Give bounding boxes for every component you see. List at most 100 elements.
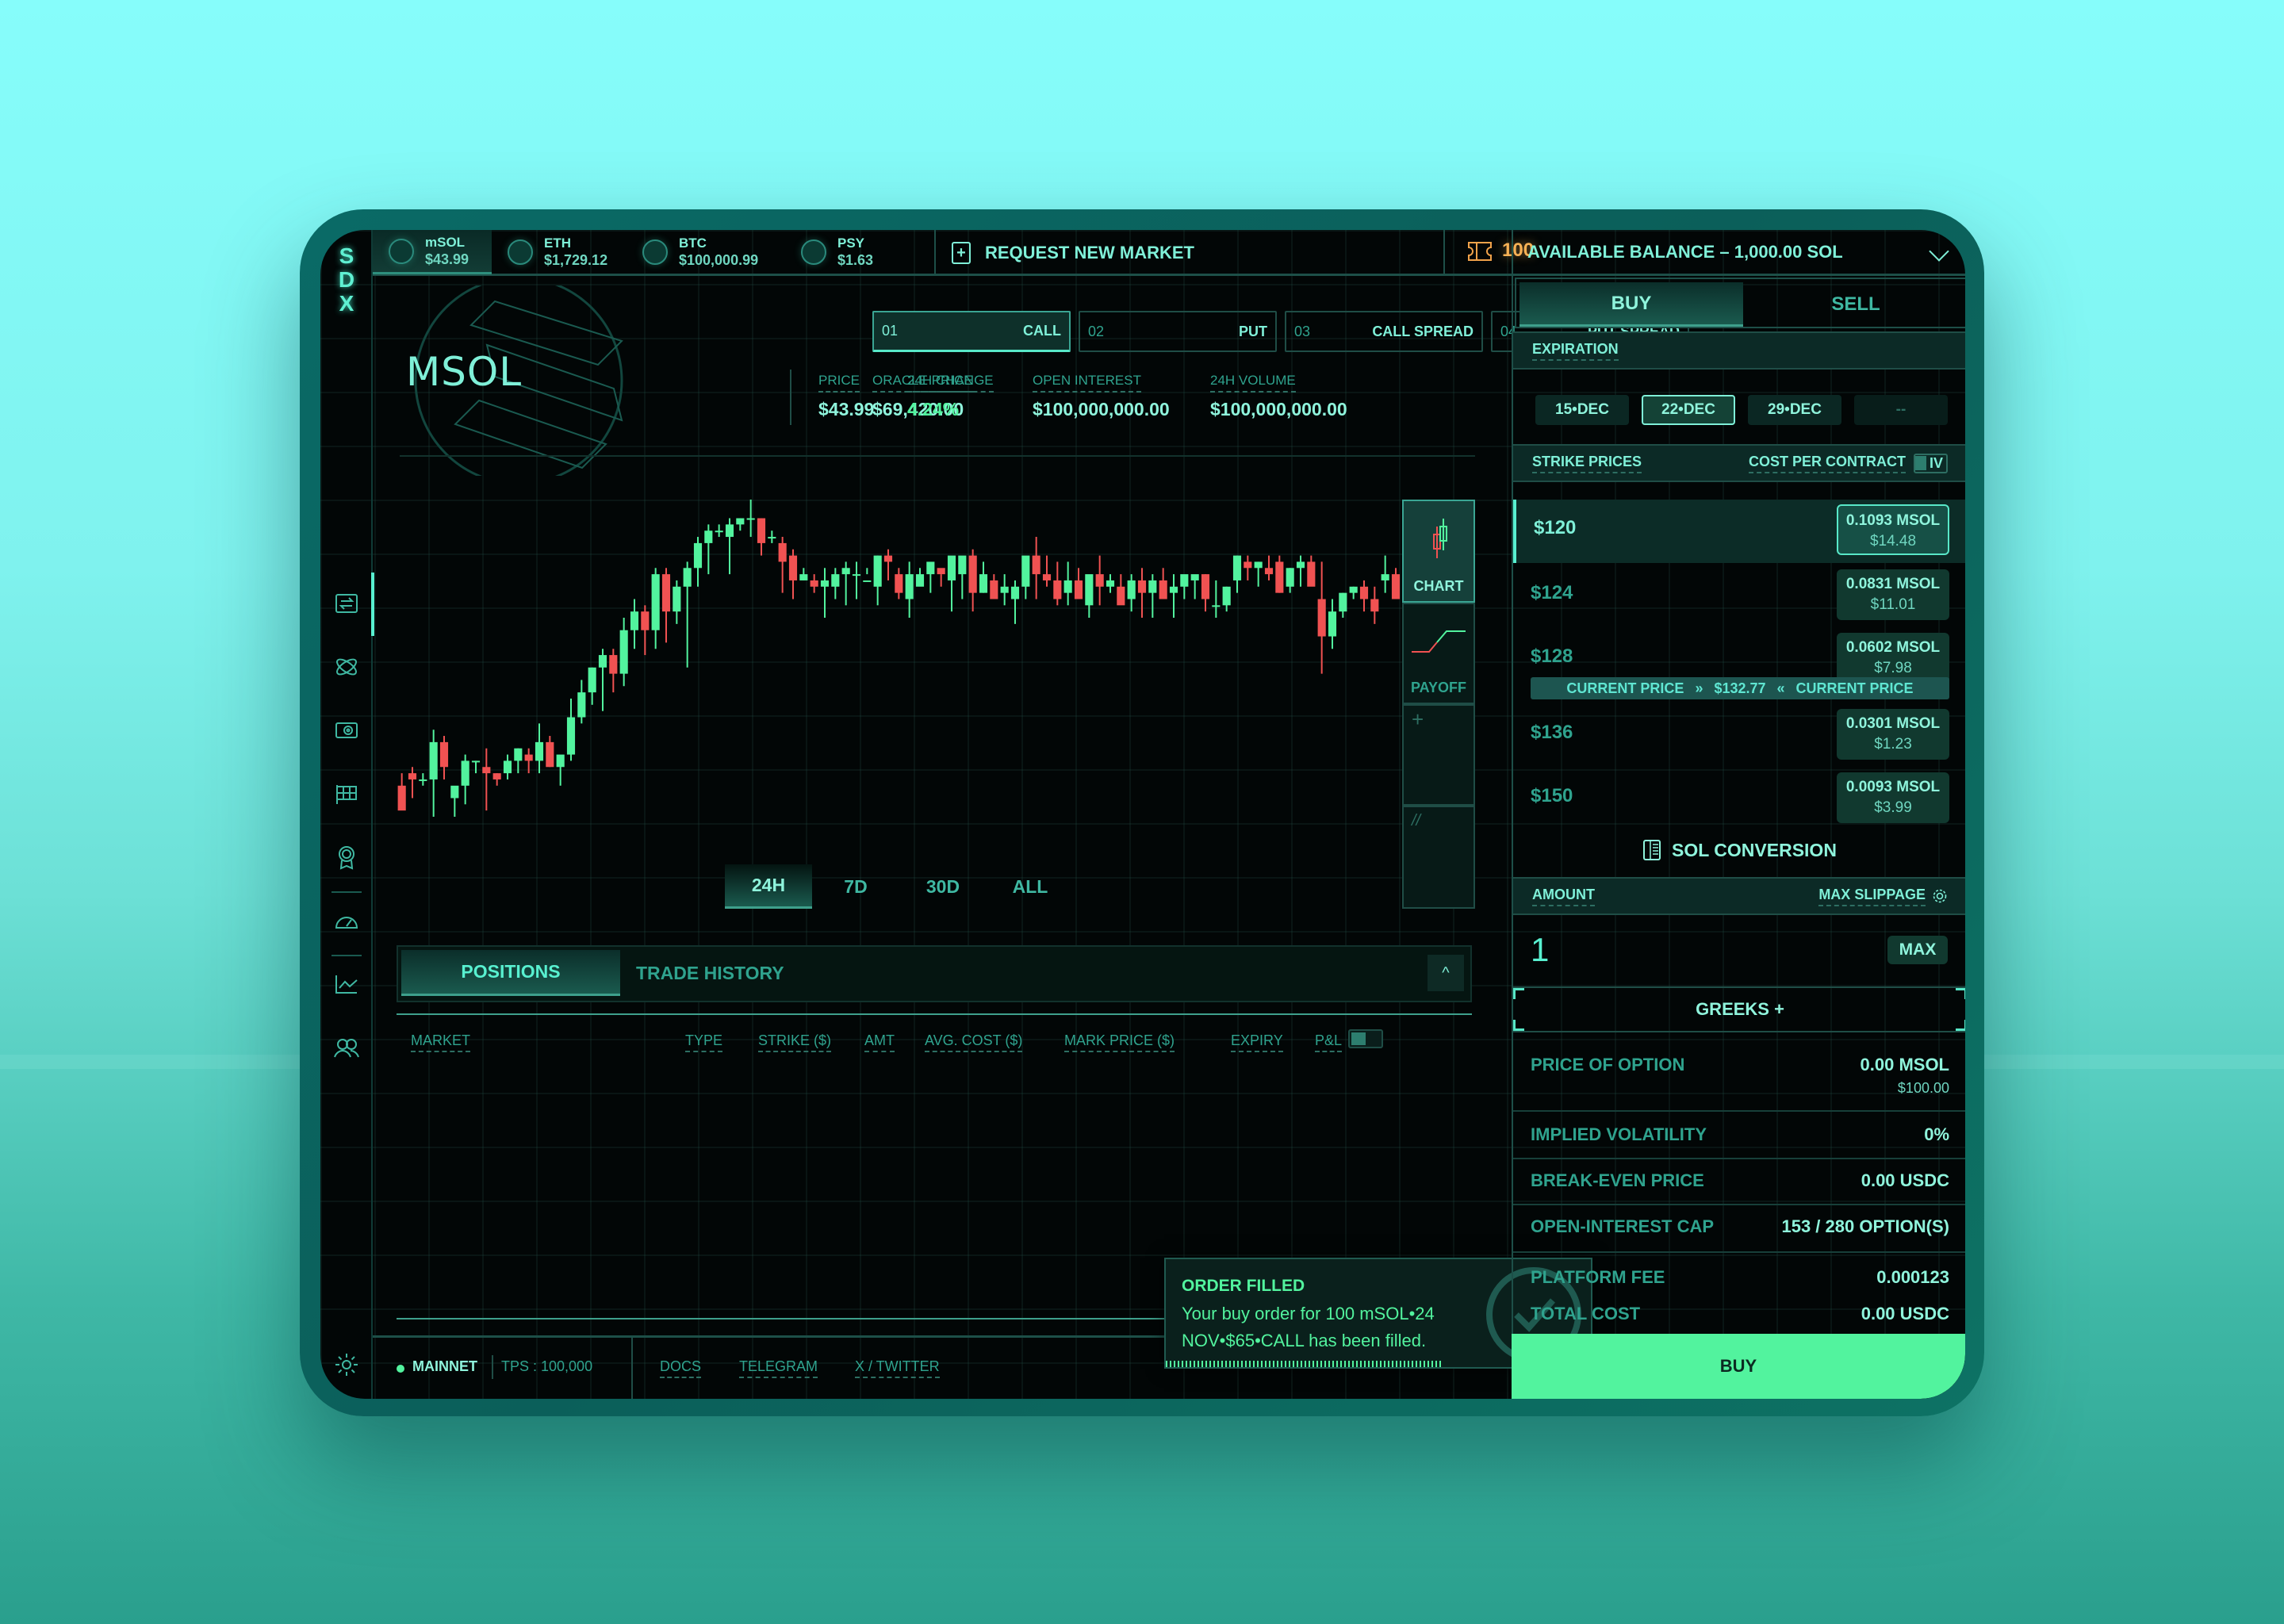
candle [1000,574,1009,606]
users-icon[interactable] [333,1034,360,1061]
column-header-expiry[interactable]: EXPIRY [1231,1032,1283,1052]
ticker-item-msol[interactable]: mSOL $43.99 [373,230,492,274]
expiration-option-empty[interactable]: -- [1854,395,1948,425]
candle-body [1127,580,1136,599]
tab-trade-history[interactable]: TRADE HISTORY [636,950,795,996]
max-button[interactable]: MAX [1887,936,1948,964]
expiration-option[interactable]: 15•DEC [1535,395,1629,425]
option-type-call[interactable]: 01 CALL [872,311,1071,352]
contract-cost[interactable]: 0.0093 MSOL $3.99 [1837,772,1949,823]
column-header-type[interactable]: TYPE [685,1032,723,1052]
column-header-mark-price[interactable]: MARK PRICE ($) [1064,1032,1175,1052]
option-type-put[interactable]: 02 PUT [1079,311,1277,352]
flag-icon[interactable] [333,780,360,807]
candle-body [482,767,491,774]
ticker-item-btc[interactable]: BTC $100,000.99 [627,230,785,274]
ticker-item-psy[interactable]: PSY $1.63 [785,230,936,274]
column-header-pnl[interactable]: P&L [1315,1032,1343,1052]
candle [873,555,882,606]
chevron-up-icon: ^ [1442,963,1450,982]
column-header-avg-cost[interactable]: AVG. COST ($) [925,1032,1023,1052]
iv-toggle-label: IV [1929,454,1943,471]
candle [588,667,596,705]
summary-implied-volatility: IMPLIED VOLATILITY 0% [1513,1124,1965,1145]
request-market-button[interactable]: + REQUEST NEW MARKET [952,230,1194,276]
view-tool-add[interactable]: + [1402,704,1475,806]
option-type-call-spread[interactable]: 03 CALL SPREAD [1285,311,1483,352]
contract-cost[interactable]: 0.0301 MSOL $1.23 [1837,709,1949,760]
summary-value: 0.00 USDC [1861,1304,1949,1323]
ticker-item-eth[interactable]: ETH $1,729.12 [492,230,627,274]
column-header-strike[interactable]: STRIKE ($) [758,1032,832,1052]
contract-cost[interactable]: 0.1093 MSOL $14.48 [1837,504,1949,555]
collapse-panel-button[interactable]: ^ [1428,955,1464,991]
greeks-expand-button[interactable]: GREEKS + [1513,986,1965,1032]
award-icon[interactable] [333,844,360,871]
option-type-number: 03 [1294,323,1311,339]
candle-body [1201,574,1210,599]
tab-positions[interactable]: POSITIONS [401,950,620,996]
vault-icon[interactable] [333,717,360,744]
max-slippage-button[interactable]: MAX SLIPPAGE [1818,887,1948,906]
nav-divider [331,955,362,956]
timeframe-24h[interactable]: 24H [725,864,812,909]
balance-dropdown[interactable]: AVAILABLE BALANCE – 1,000.00 SOL [1512,230,1965,276]
settings-icon[interactable] [333,1351,360,1378]
eth-coin-icon [508,239,533,265]
candle-body [408,773,417,779]
candle-body [1232,555,1242,580]
candle-body [651,574,660,630]
candle [693,537,703,587]
sol-conversion-button[interactable]: SOL CONVERSION [1513,834,1965,866]
candle [450,785,459,817]
option-type-number: 02 [1088,323,1105,339]
timeframe-all[interactable]: ALL [987,864,1074,909]
atom-icon[interactable] [333,653,360,680]
amount-input[interactable]: 1 [1531,931,1549,969]
candle [535,723,544,774]
iv-toggle[interactable]: IV [1913,453,1948,473]
summary-divider [1513,1158,1965,1159]
candle-body [1370,599,1379,612]
line-chart-icon[interactable] [333,971,360,998]
candle-body [1307,561,1316,587]
column-header-amt[interactable]: AMT [864,1032,895,1052]
candle-body [820,580,830,587]
candle-body [1063,580,1072,593]
docs-link[interactable]: DOCS [660,1358,702,1378]
twitter-link[interactable]: X / TWITTER [855,1358,940,1378]
candle-body [746,518,755,520]
tab-sell[interactable]: SELL [1746,282,1965,327]
summary-platform-fee: PLATFORM FEE 0.000123 [1513,1267,1965,1288]
timeframe-30d[interactable]: 30D [899,864,987,909]
view-tool-payoff[interactable]: PAYOFF [1402,603,1475,704]
expiration-option[interactable]: 29•DEC [1748,395,1841,425]
candle [968,549,977,612]
strike-row[interactable]: $150 0.0093 MSOL $3.99 [1513,768,1965,831]
candle-body [1000,586,1009,593]
strike-row[interactable]: $124 0.0831 MSOL $11.01 [1513,565,1965,628]
view-tool-draw[interactable]: // [1402,806,1475,909]
cost-usd: $11.01 [1870,596,1916,613]
gauge-icon[interactable] [333,907,360,934]
candle-body [778,542,787,562]
view-tool-chart[interactable]: CHART [1402,500,1475,603]
contract-cost[interactable]: 0.0831 MSOL $11.01 [1837,569,1949,620]
candlestick-chart[interactable] [389,492,1420,825]
tab-buy[interactable]: BUY [1519,282,1743,327]
swap-icon[interactable] [333,590,360,617]
strike-row[interactable]: $136 0.0301 MSOL $1.23 [1513,704,1965,768]
sol-conversion-label: SOL CONVERSION [1672,839,1837,860]
candle [1063,561,1072,606]
column-header-market[interactable]: MARKET [411,1032,471,1052]
expiration-option-selected[interactable]: 22•DEC [1642,395,1735,425]
candle [979,561,988,593]
pnl-toggle[interactable] [1348,1029,1383,1048]
candle-body [429,741,438,779]
timeframe-7d[interactable]: 7D [812,864,899,909]
telegram-link[interactable]: TELEGRAM [739,1358,818,1378]
strike-row[interactable]: $120 0.1093 MSOL $14.48 [1513,500,1965,563]
strike-price: $124 [1531,582,1573,603]
buy-button[interactable]: BUY [1512,1334,1965,1399]
contract-cost[interactable]: 0.0602 MSOL $7.98 [1837,633,1949,684]
